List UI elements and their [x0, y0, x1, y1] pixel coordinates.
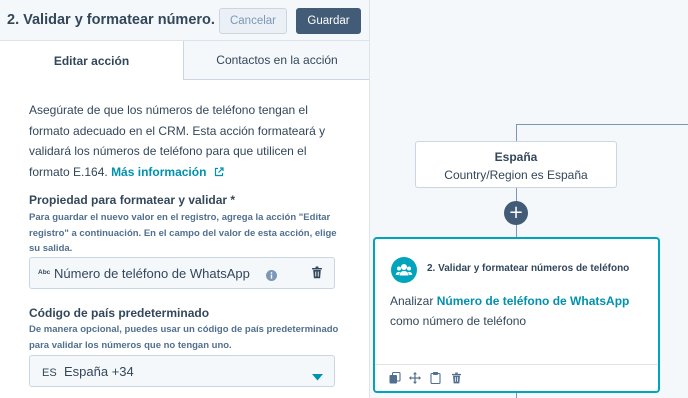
external-link-icon[interactable]: [214, 163, 224, 184]
add-action-button[interactable]: +: [504, 201, 528, 225]
property-label: Propiedad para formatear y validar *: [29, 193, 236, 207]
more-info-link[interactable]: Más información: [111, 165, 206, 179]
action-editor-panel: 2. Validar y formatear número... Cancela…: [0, 0, 370, 398]
clone-icon[interactable]: [389, 371, 401, 389]
country-code-badge: ES: [42, 367, 57, 379]
action-card-body: Analizar Número de teléfono de WhatsApp …: [390, 291, 652, 331]
branch-description: Country/Region es España: [444, 168, 588, 182]
workflow-canvas: España Country/Region es España + 2. Val…: [371, 0, 688, 398]
copy-icon[interactable]: [430, 371, 441, 389]
tab-contacts-in-action[interactable]: Contactos en la acción: [183, 41, 369, 80]
tab-edit-action[interactable]: Editar acción: [0, 41, 183, 80]
action-card-title: 2. Validar y formatear números de teléfo…: [427, 263, 630, 274]
country-code-help-text: De manera opcional, puedes usar un códig…: [29, 324, 339, 351]
panel-title: 2. Validar y formatear número...: [7, 12, 215, 28]
connector-line: [516, 124, 517, 142]
contacts-icon: [391, 257, 417, 283]
move-icon[interactable]: [409, 371, 421, 389]
property-value: Número de teléfono de WhatsApp: [54, 266, 250, 281]
card-body-suffix: como número de teléfono: [390, 314, 527, 328]
panel-header: 2. Validar y formatear número... Cancela…: [0, 0, 369, 41]
text-type-icon: Abc: [38, 269, 51, 276]
card-divider: [375, 364, 658, 365]
action-card[interactable]: 2. Validar y formatear números de teléfo…: [373, 237, 660, 393]
trash-icon[interactable]: [451, 371, 462, 389]
branch-title: España: [494, 150, 538, 164]
chevron-down-icon[interactable]: [312, 368, 323, 386]
property-field[interactable]: Abc Número de teléfono de WhatsApp: [29, 257, 335, 289]
cancel-button[interactable]: Cancelar: [219, 8, 287, 34]
info-icon[interactable]: [266, 268, 277, 286]
save-button[interactable]: Guardar: [296, 8, 361, 34]
action-description: Asegúrate de que los números de teléfono…: [29, 100, 349, 183]
country-code-value: España +34: [64, 364, 134, 379]
property-help-text: Para guardar el nuevo valor en el regist…: [29, 212, 337, 254]
branch-card[interactable]: España Country/Region es España: [415, 141, 617, 188]
trash-icon[interactable]: [311, 266, 323, 284]
connector-line: [516, 124, 688, 125]
card-body-prefix: Analizar: [390, 294, 434, 308]
country-code-select[interactable]: ES España +34: [29, 355, 335, 387]
card-body-property: Número de teléfono de WhatsApp: [436, 294, 630, 308]
country-code-label: Código de país predeterminado: [29, 306, 210, 320]
